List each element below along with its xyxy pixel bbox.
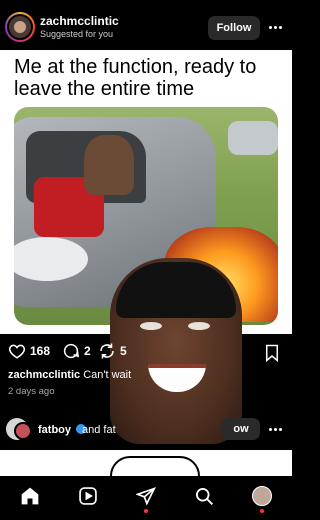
save-button[interactable] — [264, 344, 280, 367]
suggested-label: Suggested for you — [40, 29, 114, 39]
post-timestamp: 2 days ago — [8, 386, 55, 397]
comment-count: 2 — [84, 344, 91, 358]
bookmark-icon — [266, 344, 278, 363]
repost-count: 5 — [120, 344, 127, 358]
reels-icon — [79, 487, 97, 505]
nav-profile[interactable] — [250, 484, 274, 513]
bottom-nav — [0, 476, 292, 520]
home-icon — [21, 487, 39, 505]
heart-icon — [8, 344, 26, 359]
follow-button[interactable]: Follow — [208, 16, 260, 40]
comment-icon — [63, 343, 80, 359]
follow-button[interactable]: ow — [222, 418, 260, 440]
collab-text: and fat — [82, 424, 116, 436]
post-header: zachmcclintic Suggested for you Follow — [0, 0, 292, 54]
caption-username[interactable]: zachmcclintic — [8, 369, 80, 381]
next-post-username[interactable]: fatboy — [38, 424, 87, 436]
send-icon — [136, 487, 156, 506]
repost-icon — [100, 343, 114, 359]
post-actions: 168 2 5 — [0, 336, 292, 366]
like-count: 168 — [30, 344, 51, 358]
like-button[interactable]: 168 — [8, 342, 50, 360]
nav-messages[interactable] — [134, 484, 158, 513]
meme-caption: Me at the function, ready to leave the e… — [14, 56, 257, 100]
post-username[interactable]: zachmcclintic — [40, 14, 119, 28]
notification-dot — [260, 509, 264, 513]
background-car — [228, 121, 278, 155]
notification-dot — [144, 509, 148, 513]
avatar[interactable] — [5, 12, 35, 42]
next-username-label: fatboy — [38, 424, 71, 436]
caption-text: Can't wait — [83, 369, 132, 381]
search-icon — [196, 488, 213, 505]
post-caption: zachmcclintic Can't wait — [8, 369, 131, 381]
next-post-media[interactable] — [0, 450, 292, 476]
more-options-icon[interactable] — [266, 18, 284, 36]
next-post-header: fatboy and fat ow — [0, 416, 292, 446]
nav-home[interactable] — [18, 484, 42, 508]
profile-icon — [252, 486, 272, 506]
person — [84, 135, 134, 195]
nav-reels[interactable] — [76, 484, 100, 508]
comment-button[interactable]: 2 — [62, 342, 91, 360]
avatar[interactable] — [14, 422, 32, 440]
more-options-icon[interactable] — [266, 420, 284, 438]
cloud-illustration — [110, 456, 200, 476]
nav-search[interactable] — [192, 484, 216, 508]
repost-button[interactable]: 5 — [98, 342, 127, 360]
